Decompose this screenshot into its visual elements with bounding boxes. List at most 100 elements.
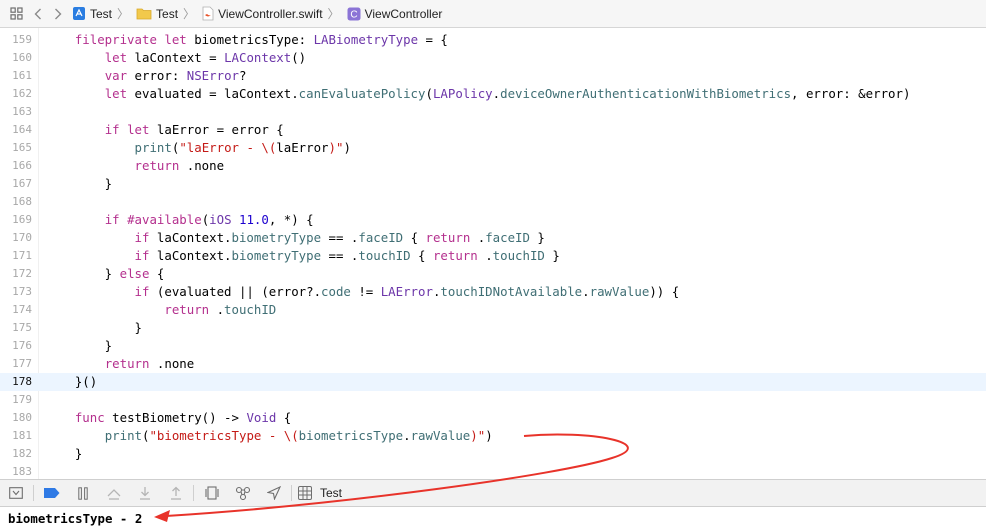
hide-debug-area-button[interactable] bbox=[0, 480, 31, 506]
breakpoints-toggle-icon[interactable] bbox=[36, 480, 67, 506]
breadcrumb-folder[interactable]: Test bbox=[136, 7, 178, 21]
code-line[interactable]: 183 bbox=[0, 463, 986, 479]
code-line[interactable]: 161 var error: NSError? bbox=[0, 67, 986, 85]
code-token: laError = error { bbox=[149, 122, 284, 137]
breadcrumb-project[interactable]: Test bbox=[72, 6, 112, 21]
code-text: func testBiometry() -> Void { bbox=[45, 409, 291, 427]
code-token: let bbox=[104, 86, 128, 101]
code-token: let bbox=[104, 50, 128, 65]
code-token: canEvaluatePolicy bbox=[298, 86, 426, 101]
breadcrumb-separator: 〉 bbox=[117, 7, 130, 21]
code-text: }() bbox=[45, 373, 97, 391]
breadcrumb-file[interactable]: ViewController.swift bbox=[202, 6, 323, 21]
back-arrow-icon[interactable] bbox=[28, 8, 48, 20]
code-token: touchID bbox=[224, 302, 277, 317]
code-line[interactable]: 180 func testBiometry() -> Void { bbox=[0, 409, 986, 427]
memory-graph-icon[interactable] bbox=[227, 480, 258, 506]
code-token: return bbox=[425, 230, 471, 245]
code-line[interactable]: 159 fileprivate let biometricsType: LABi… bbox=[0, 31, 986, 49]
code-token: == . bbox=[321, 230, 359, 245]
step-over-icon[interactable] bbox=[98, 480, 129, 506]
code-token: } bbox=[45, 320, 142, 335]
code-line[interactable]: 179 bbox=[0, 391, 986, 409]
code-line[interactable]: 163 bbox=[0, 103, 986, 121]
code-token: if bbox=[134, 230, 150, 245]
code-line[interactable]: 164 if let laError = error { bbox=[0, 121, 986, 139]
code-line[interactable]: 165 print("laError - \(laError)") bbox=[0, 139, 986, 157]
related-items-grid-icon[interactable] bbox=[4, 7, 28, 20]
code-token: } bbox=[45, 338, 113, 353]
code-line[interactable]: 175 } bbox=[0, 319, 986, 337]
source-editor[interactable]: 159 fileprivate let biometricsType: LABi… bbox=[0, 28, 986, 479]
line-number: 182 bbox=[12, 447, 32, 460]
simulate-location-icon[interactable] bbox=[258, 480, 289, 506]
code-token: } bbox=[529, 230, 545, 245]
code-token: var bbox=[104, 68, 128, 83]
code-text: if laContext.biometryType == .faceID { r… bbox=[45, 229, 545, 247]
code-token: == . bbox=[321, 248, 359, 263]
toolbar-separator bbox=[193, 485, 194, 501]
code-line[interactable]: 182 } bbox=[0, 445, 986, 463]
code-token: else bbox=[119, 266, 150, 281]
code-token: laContext. bbox=[149, 230, 232, 245]
debug-target-label[interactable]: Test bbox=[320, 486, 342, 500]
code-token: return bbox=[164, 302, 210, 317]
pause-icon[interactable] bbox=[67, 480, 98, 506]
line-number: 160 bbox=[12, 51, 32, 64]
code-token: () bbox=[291, 50, 307, 65]
code-line[interactable]: 176 } bbox=[0, 337, 986, 355]
code-line[interactable]: 160 let laContext = LAContext() bbox=[0, 49, 986, 67]
code-token: print bbox=[104, 428, 142, 443]
console-area[interactable]: biometricsType - 2 bbox=[0, 507, 986, 529]
code-token: error: bbox=[127, 68, 187, 83]
code-token: return bbox=[134, 158, 180, 173]
code-text: } bbox=[45, 319, 142, 337]
code-token: func bbox=[74, 410, 105, 425]
view-hierarchy-icon[interactable] bbox=[196, 480, 227, 506]
code-line[interactable]: 172 } else { bbox=[0, 265, 986, 283]
code-token: laContext. bbox=[149, 248, 232, 263]
code-token: } bbox=[45, 446, 83, 461]
code-line[interactable]: 167 } bbox=[0, 175, 986, 193]
code-token: laContext = bbox=[127, 50, 225, 65]
line-number: 175 bbox=[12, 321, 32, 334]
code-text: print("biometricsType - \(biometricsType… bbox=[45, 427, 493, 445]
code-token: return bbox=[432, 248, 478, 263]
folder-icon bbox=[136, 7, 152, 20]
code-line[interactable]: 178 }() bbox=[0, 373, 986, 391]
code-line[interactable]: 162 let evaluated = laContext.canEvaluat… bbox=[0, 85, 986, 103]
code-token: let bbox=[127, 122, 150, 137]
breadcrumb-separator: 〉 bbox=[327, 7, 340, 21]
line-number: 166 bbox=[12, 159, 32, 172]
code-token: )) { bbox=[649, 284, 680, 299]
code-token: } bbox=[544, 248, 560, 263]
line-number: 183 bbox=[12, 465, 32, 478]
code-token: NSError bbox=[186, 68, 239, 83]
code-line[interactable]: 173 if (evaluated || (error?.code != LAE… bbox=[0, 283, 986, 301]
code-text: } bbox=[45, 445, 82, 463]
code-line[interactable]: 174 return .touchID bbox=[0, 301, 986, 319]
code-line[interactable]: 168 bbox=[0, 193, 986, 211]
breadcrumb-class[interactable]: C ViewController bbox=[347, 7, 442, 21]
code-text: if laContext.biometryType == .touchID { … bbox=[45, 247, 560, 265]
step-out-icon[interactable] bbox=[160, 480, 191, 506]
code-line[interactable]: 170 if laContext.biometryType == .faceID… bbox=[0, 229, 986, 247]
step-into-icon[interactable] bbox=[129, 480, 160, 506]
code-line[interactable]: 181 print("biometricsType - \(biometrics… bbox=[0, 427, 986, 445]
code-line[interactable]: 177 return .none bbox=[0, 355, 986, 373]
toolbar-separator bbox=[291, 485, 292, 501]
line-number: 171 bbox=[12, 249, 32, 262]
code-line[interactable]: 169 if #available(iOS 11.0, *) { bbox=[0, 211, 986, 229]
code-token: }() bbox=[45, 374, 98, 389]
code-line[interactable]: 166 return .none bbox=[0, 157, 986, 175]
code-line[interactable]: 171 if laContext.biometryType == .touchI… bbox=[0, 247, 986, 265]
forward-arrow-icon[interactable] bbox=[48, 8, 68, 20]
code-token: if bbox=[104, 212, 120, 227]
code-token: return bbox=[104, 356, 150, 371]
